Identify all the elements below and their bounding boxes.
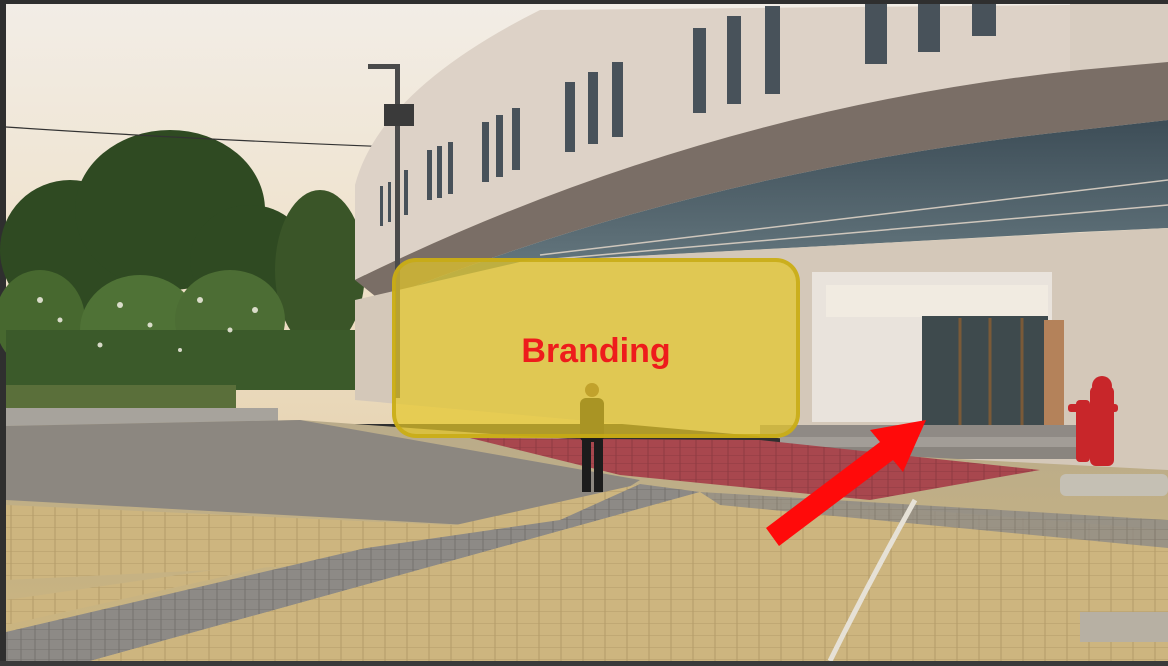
branding-overlay: Branding <box>392 258 800 438</box>
branding-label: Branding <box>521 332 671 370</box>
hedge <box>6 385 236 410</box>
entrance-doors <box>922 316 1048 426</box>
